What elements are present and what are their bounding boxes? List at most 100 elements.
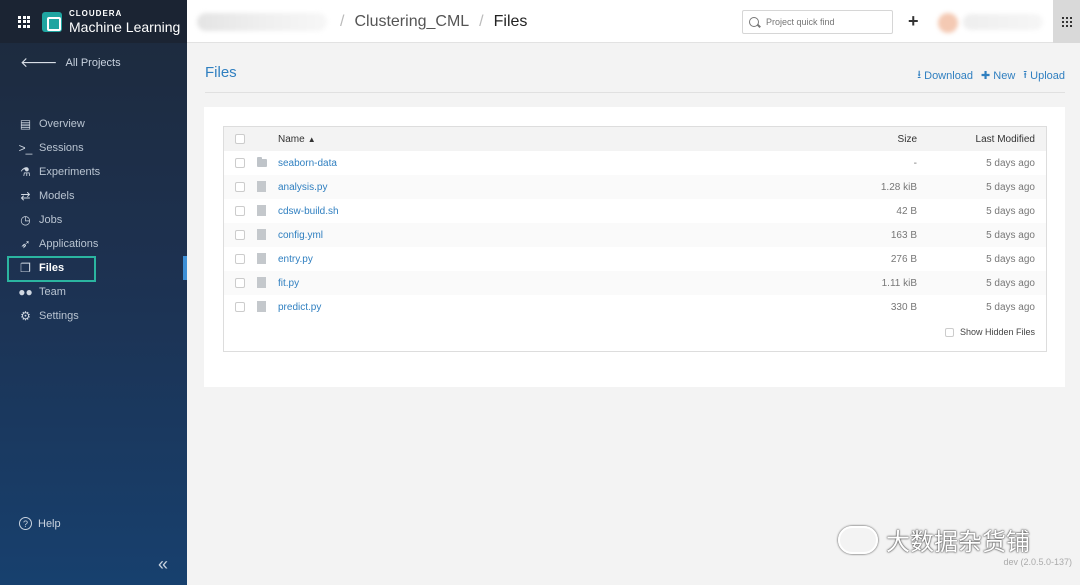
sidebar-item-label: Team	[39, 286, 66, 298]
title-divider	[205, 92, 1065, 93]
file-icon	[257, 253, 266, 264]
help-label: Help	[38, 517, 61, 530]
table-row[interactable]: entry.py 276 B 5 days ago	[224, 247, 1046, 271]
file-modified: 5 days ago	[986, 301, 1035, 313]
sidebar-item-models[interactable]: ⇄ Models	[0, 184, 187, 208]
avatar[interactable]	[938, 13, 958, 33]
file-name-link[interactable]: predict.py	[278, 302, 321, 313]
sidebar-item-team[interactable]: ●● Team	[0, 280, 187, 304]
files-panel: Name ▲ Size Last Modified seaborn-data - 5 …	[204, 107, 1065, 387]
wechat-icon	[838, 525, 878, 554]
version-label: dev (2.0.5.0-137)	[1003, 557, 1072, 567]
modified-column-header[interactable]: Last Modified	[976, 134, 1035, 145]
brand-product: Machine Learning	[69, 18, 181, 35]
file-name-link[interactable]: seaborn-data	[278, 158, 337, 169]
blurred-username[interactable]	[963, 14, 1043, 30]
sidebar-item-overview[interactable]: ▤ Overview	[0, 112, 187, 136]
file-name-link[interactable]: cdsw-build.sh	[278, 206, 339, 217]
sidebar-item-experiments[interactable]: ⚗ Experiments	[0, 160, 187, 184]
page-title: Files	[205, 64, 237, 81]
sidebar-item-label: Settings	[39, 310, 79, 322]
table-row[interactable]: seaborn-data - 5 days ago	[224, 151, 1046, 175]
file-size: 163 B	[890, 229, 917, 241]
watermark: 大数据杂货铺	[838, 522, 1030, 557]
files-highlight-box	[7, 256, 96, 282]
row-checkbox[interactable]	[235, 182, 245, 192]
breadcrumb-separator: /	[479, 13, 484, 30]
flask-icon: ⚗	[20, 165, 31, 179]
brand-company: CLOUDERA	[69, 8, 123, 18]
project-search[interactable]	[742, 10, 893, 34]
row-checkbox[interactable]	[235, 254, 245, 264]
row-checkbox[interactable]	[235, 278, 245, 288]
table-row[interactable]: cdsw-build.sh 42 B 5 days ago	[224, 199, 1046, 223]
file-name-link[interactable]: entry.py	[278, 254, 313, 265]
file-icon	[257, 301, 266, 312]
search-icon	[749, 17, 759, 27]
sidebar-item-jobs[interactable]: ◷ Jobs	[0, 208, 187, 232]
sidebar-item-sessions[interactable]: >_ Sessions	[0, 136, 187, 160]
overview-icon: ▤	[19, 117, 32, 131]
rocket-icon: ➶	[20, 237, 31, 251]
breadcrumb-current: Files	[493, 13, 528, 30]
upload-button[interactable]: ⭱ Upload	[1023, 66, 1065, 85]
file-name-link[interactable]: fit.py	[278, 278, 299, 289]
sidebar-item-applications[interactable]: ➶ Applications	[0, 232, 187, 256]
file-icon	[257, 277, 266, 288]
download-button[interactable]: ⭳ Download	[917, 66, 973, 85]
upload-icon: ⭱	[1023, 69, 1028, 81]
app-grid-icon[interactable]	[18, 15, 30, 28]
help-link[interactable]: ? Help	[19, 517, 61, 530]
file-name-link[interactable]: analysis.py	[278, 182, 327, 193]
files-table: Name ▲ Size Last Modified seaborn-data - 5 …	[223, 126, 1047, 352]
table-row[interactable]: predict.py 330 B 5 days ago	[224, 295, 1046, 319]
show-hidden-checkbox[interactable]	[944, 327, 954, 337]
top-bar: / Clustering_CML / Files +	[187, 0, 1080, 43]
app-grid-icon	[1061, 16, 1072, 27]
help-icon: ?	[19, 517, 32, 530]
breadcrumb-project[interactable]: Clustering_CML	[354, 13, 469, 31]
apps-menu-button[interactable]	[1053, 0, 1080, 43]
select-all-checkbox[interactable]	[235, 134, 245, 144]
name-header-label: Name	[278, 133, 305, 145]
sidebar-item-settings[interactable]: ⚙ Settings	[0, 304, 187, 328]
breadcrumb-separator: /	[340, 13, 345, 30]
all-projects-link[interactable]: 🡐 All Projects	[20, 54, 121, 71]
row-checkbox[interactable]	[235, 158, 245, 168]
search-input[interactable]	[766, 17, 886, 27]
folder-icon	[257, 157, 267, 167]
file-modified: 5 days ago	[986, 205, 1035, 217]
table-row[interactable]: analysis.py 1.28 kiB 5 days ago	[224, 175, 1046, 199]
sidebar: CLOUDERA Machine Learning 🡐 All Projects…	[0, 0, 187, 585]
brand-name[interactable]: CLOUDERA Machine Learning	[69, 8, 181, 35]
file-icon	[257, 205, 266, 216]
file-icon	[257, 229, 266, 240]
file-name-link[interactable]: config.yml	[278, 230, 323, 241]
team-icon: ●●	[18, 285, 33, 299]
sidebar-nav: ▤ Overview >_ Sessions ⚗ Experiments ⇄ M…	[0, 112, 187, 328]
clock-icon: ◷	[20, 213, 31, 227]
row-checkbox[interactable]	[235, 230, 245, 240]
sidebar-item-label: Jobs	[39, 214, 63, 226]
blurred-owner	[197, 13, 327, 31]
table-row[interactable]: config.yml 163 B 5 days ago	[224, 223, 1046, 247]
sidebar-item-label: Overview	[39, 118, 85, 130]
table-row[interactable]: fit.py 1.11 kiB 5 days ago	[224, 271, 1046, 295]
collapse-sidebar-icon[interactable]: «	[158, 554, 168, 575]
sidebar-item-label: Experiments	[39, 166, 101, 178]
file-modified: 5 days ago	[986, 181, 1035, 193]
file-modified: 5 days ago	[986, 229, 1035, 241]
add-button[interactable]: +	[908, 11, 919, 32]
breadcrumb: / Clustering_CML / Files	[330, 13, 527, 31]
row-checkbox[interactable]	[235, 302, 245, 312]
table-body: seaborn-data - 5 days ago analysis.py 1.28 k…	[224, 151, 1046, 319]
brand-bar: CLOUDERA Machine Learning	[0, 0, 187, 43]
row-checkbox[interactable]	[235, 206, 245, 216]
show-hidden-files-toggle[interactable]: Show Hidden Files	[944, 327, 1035, 337]
size-column-header[interactable]: Size	[898, 134, 917, 145]
name-column-header[interactable]: Name ▲	[278, 134, 316, 145]
file-modified: 5 days ago	[986, 157, 1035, 169]
terminal-icon: >_	[18, 141, 33, 155]
new-button[interactable]: ✚ New	[981, 69, 1015, 83]
file-size: 42 B	[896, 205, 917, 217]
